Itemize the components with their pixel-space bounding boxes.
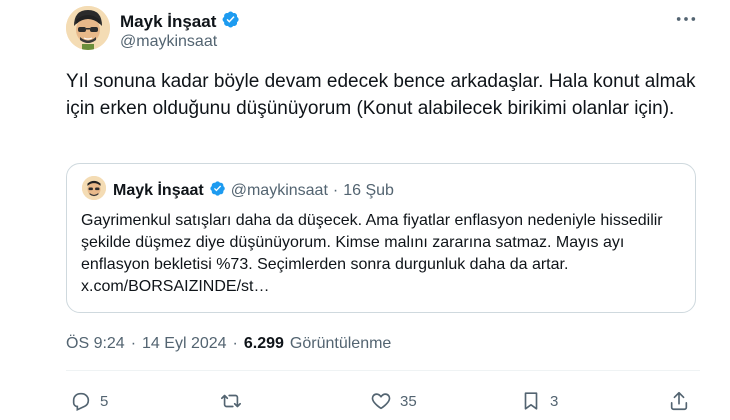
reply-button[interactable]: 5 <box>70 390 108 412</box>
cartoon-man-avatar-icon <box>82 176 106 200</box>
verified-badge-icon <box>209 180 226 202</box>
separator-dot: · <box>332 182 339 199</box>
like-count: 35 <box>400 392 417 410</box>
quoted-tweet-text: Gayrimenkul satışları daha da düşecek. A… <box>81 212 663 295</box>
reply-count: 5 <box>100 392 109 410</box>
verified-badge-icon <box>221 10 240 34</box>
tweet-text: Yıl sonuna kadar böyle devam edecek benc… <box>66 71 696 119</box>
quoted-author-name: Mayk İnşaat <box>113 182 204 199</box>
quoted-tweet[interactable]: Mayk İnşaat @maykinsaat · 16 Şub Gayrime… <box>66 163 696 313</box>
cartoon-man-avatar-icon <box>66 6 110 50</box>
share-icon <box>670 391 688 411</box>
quoted-tweet-date: 16 Şub <box>343 182 394 199</box>
views-count: 6.299 <box>243 335 284 352</box>
author-handle[interactable]: @maykinsaat <box>120 33 217 51</box>
author-display-name[interactable]: Mayk İnşaat <box>120 12 216 32</box>
quoted-author-handle: @maykinsaat <box>230 182 328 199</box>
author-name-row: Mayk İnşaat <box>120 10 240 34</box>
reply-icon <box>72 392 90 412</box>
more-options-button[interactable] <box>672 10 700 28</box>
bookmark-count: 3 <box>550 392 559 410</box>
more-horizontal-icon <box>676 17 696 21</box>
author-avatar[interactable] <box>66 6 110 50</box>
separator-dot: · <box>130 335 137 352</box>
quoted-author-avatar <box>82 176 106 200</box>
divider <box>66 370 700 371</box>
tweet-meta: ÖS 9:24 · 14 Eyl 2024 · 6.299 Görüntülen… <box>66 335 391 353</box>
quoted-tweet-header: Mayk İnşaat @maykinsaat · 16 Şub <box>113 180 394 202</box>
heart-icon <box>371 393 391 410</box>
retweet-button[interactable] <box>220 390 250 412</box>
like-button[interactable]: 35 <box>370 390 417 412</box>
retweet-icon <box>221 394 241 408</box>
bookmark-button[interactable]: 3 <box>520 390 558 412</box>
tweet-date[interactable]: 14 Eyl 2024 <box>142 335 227 353</box>
views-label[interactable]: Görüntülenme <box>290 335 391 353</box>
tweet-time[interactable]: ÖS 9:24 <box>66 335 125 353</box>
share-button[interactable] <box>668 390 690 412</box>
separator-dot: · <box>232 335 238 352</box>
bookmark-icon <box>524 392 538 410</box>
